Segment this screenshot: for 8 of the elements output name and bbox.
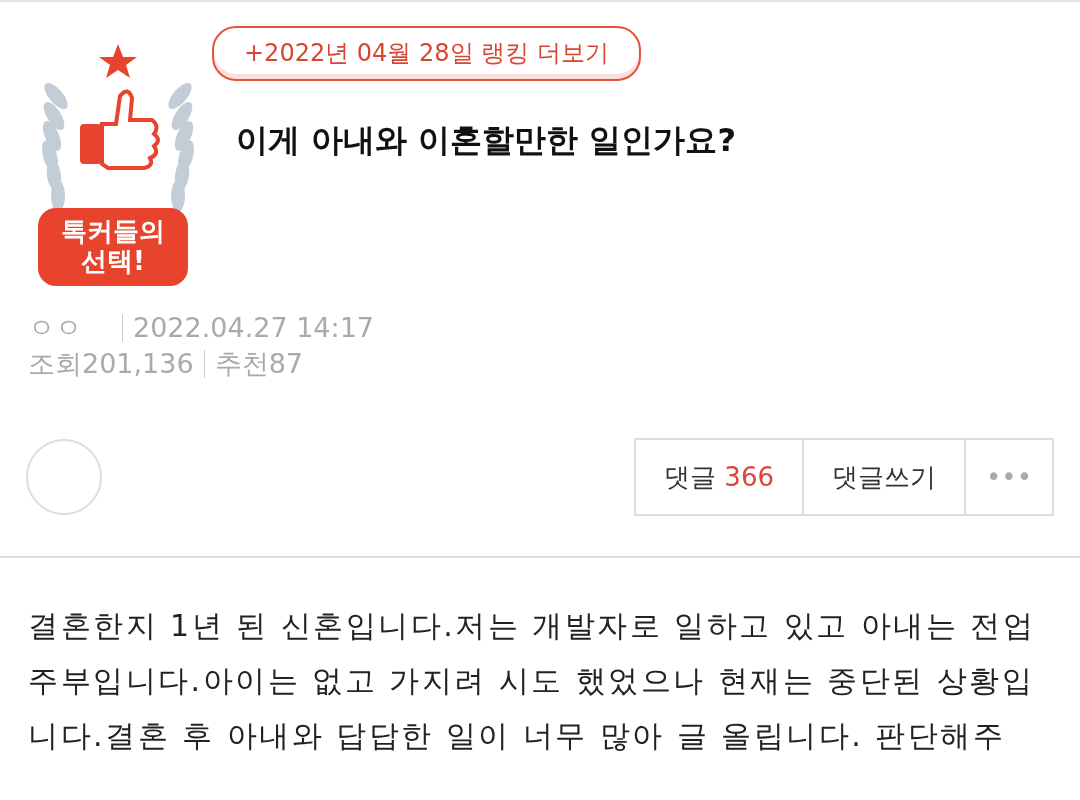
ranking-link[interactable]: +2022년 04월 28일 랭킹 더보기 [212, 26, 641, 82]
view-count: 조회 201,136 [28, 347, 194, 381]
like-count: 추천87 [214, 347, 303, 381]
post-title: 이게 아내와 이혼할만한 일인가요? [236, 120, 736, 162]
author-name: ㅇㅇ [28, 311, 82, 345]
post-date: 2022.04.27 14:17 [133, 311, 374, 345]
post-body: 결혼한지 1년 된 신혼입니다.저는 개발자로 일하고 있고 아내는 전업주부입니다.아이는 없고 가지려 시도 했었으나 현재는 중단된 상황입니다.결혼 후 아내와 답답한 일이 너무 많아 글 올립니다. 판단해주 [27, 607, 1037, 755]
badge-label: 톡커들의 선택! [38, 208, 188, 286]
